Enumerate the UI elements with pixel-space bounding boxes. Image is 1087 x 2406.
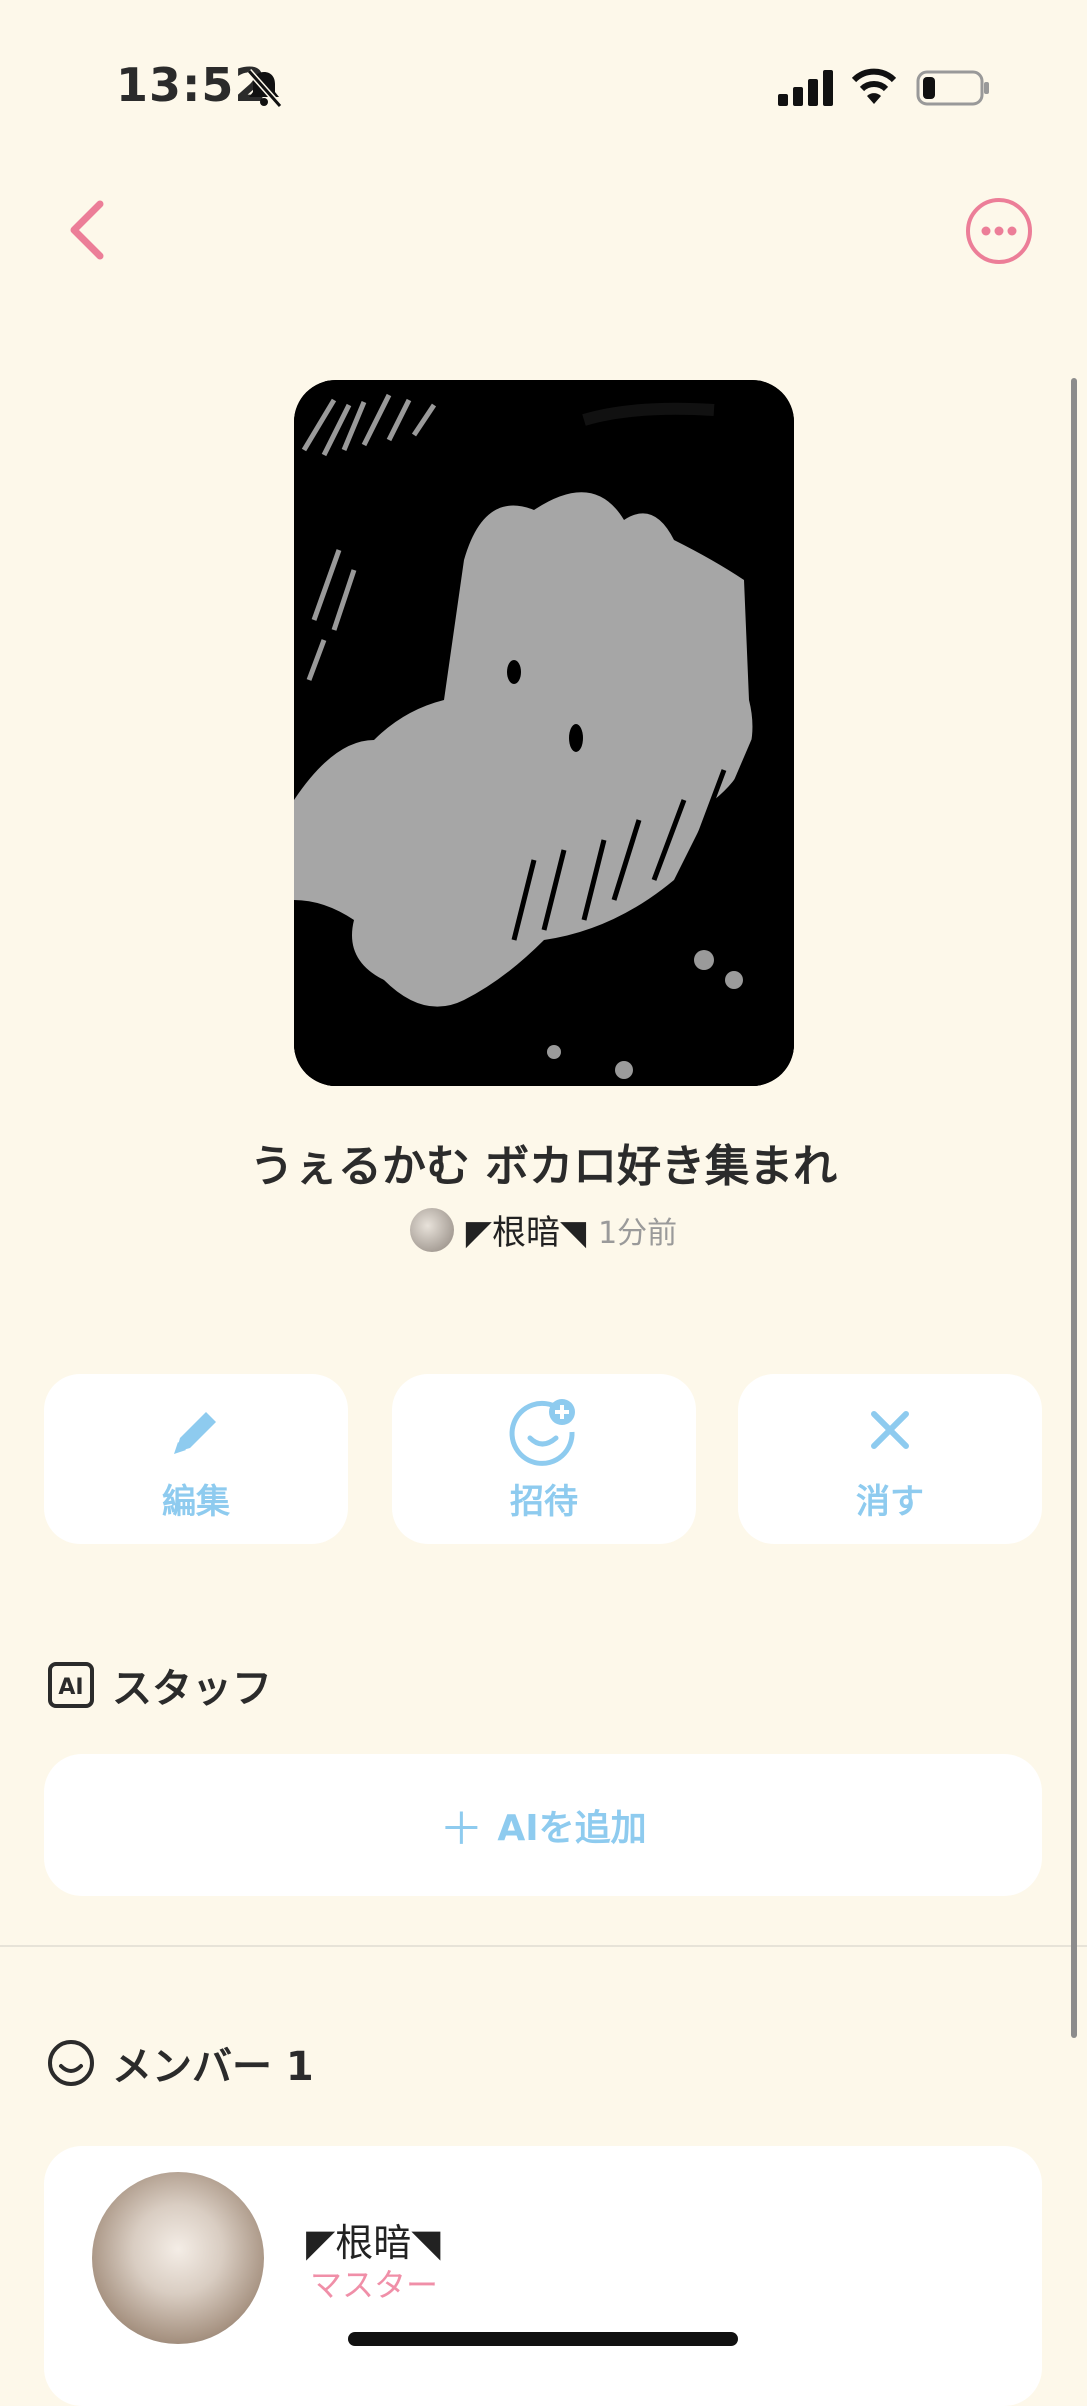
member-name: ◤根暗◥ — [306, 2221, 441, 2265]
ai-badge-icon: AI — [48, 1662, 94, 1708]
staff-heading: スタッフ — [112, 1666, 272, 1712]
smile-icon — [48, 2040, 94, 2086]
add-ai-button[interactable]: ＋ AIを追加 — [44, 1754, 1042, 1896]
invite-button[interactable]: 招待 — [392, 1374, 696, 1544]
member-avatar[interactable] — [92, 2172, 264, 2344]
staff-section-header: AI スタッフ — [46, 1656, 272, 1714]
members-section-header: メンバー 1 — [46, 2034, 314, 2092]
room-title: うぇるかむ ボカロ好き集まれ — [249, 1141, 838, 1192]
more-button[interactable] — [964, 196, 1034, 266]
members-heading: メンバー 1 — [112, 2044, 314, 2090]
add-ai-label: AIを追加 — [497, 1808, 647, 1849]
room-cover-image[interactable] — [294, 380, 794, 1086]
battery-icon — [916, 70, 989, 106]
edit-button[interactable]: 編集 — [44, 1374, 348, 1544]
section-divider — [0, 1945, 1087, 1947]
author-row[interactable]: ◤根暗◥ 1分前 — [0, 1205, 1087, 1254]
scrollbar[interactable] — [1071, 378, 1077, 2038]
delete-label: 消す — [856, 1481, 924, 1522]
plus-icon: ＋ — [439, 1804, 484, 1855]
delete-button[interactable]: 消す — [738, 1374, 1042, 1544]
svg-text:AI: AI — [58, 1675, 83, 1700]
close-icon — [871, 1410, 909, 1449]
wifi-icon — [852, 68, 896, 104]
back-button[interactable] — [64, 198, 112, 262]
invite-icon — [509, 1398, 575, 1466]
pencil-icon — [174, 1411, 216, 1454]
member-role: マスター — [310, 2266, 439, 2304]
author-avatar[interactable] — [409, 1207, 454, 1252]
member-card[interactable]: ◤根暗◥ マスター — [44, 2146, 1042, 2406]
invite-label: 招待 — [510, 1481, 578, 1522]
author-name[interactable]: ◤根暗◥ — [466, 1205, 586, 1254]
cellular-signal-icon — [778, 70, 833, 106]
edit-label: 編集 — [162, 1481, 230, 1522]
home-indicator[interactable] — [348, 2332, 738, 2346]
post-time: 1分前 — [598, 1215, 678, 1251]
silent-bell-icon — [246, 69, 283, 108]
